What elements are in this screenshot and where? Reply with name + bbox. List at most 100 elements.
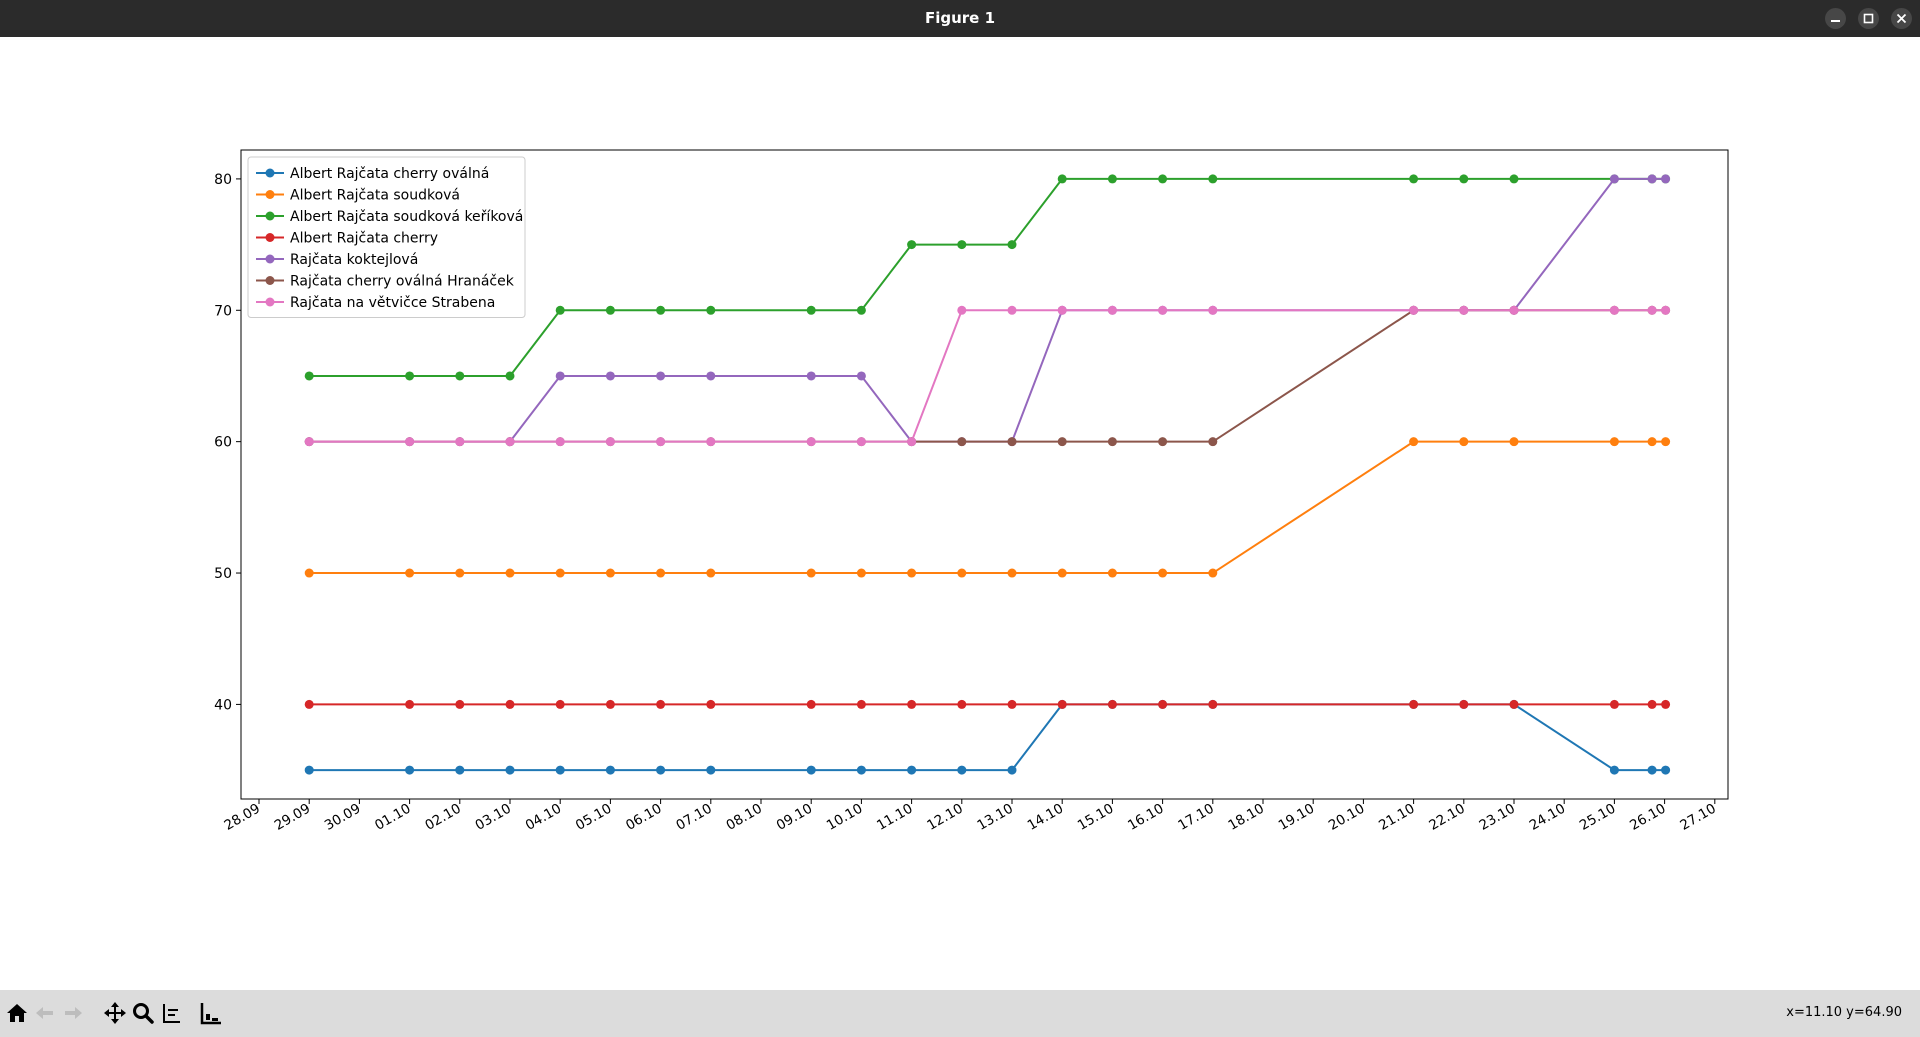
data-point: [1409, 437, 1419, 447]
home-button[interactable]: [4, 1000, 30, 1026]
data-point: [656, 305, 666, 315]
legend-label: Rajčata koktejlová: [290, 252, 418, 268]
data-point: [304, 699, 314, 709]
x-tick-label: 19.10: [1276, 801, 1317, 834]
x-tick-label: 21.10: [1376, 801, 1417, 834]
data-point: [1459, 174, 1469, 184]
x-tick-label: 26.10: [1627, 801, 1668, 834]
data-point: [656, 765, 666, 775]
data-point: [856, 437, 866, 447]
data-point: [1609, 174, 1619, 184]
data-point: [806, 699, 816, 709]
close-button[interactable]: [1891, 8, 1912, 29]
data-point: [1208, 437, 1218, 447]
data-point: [706, 765, 716, 775]
x-tick-label: 03.10: [473, 801, 514, 834]
x-tick-label: 30.09: [322, 801, 363, 834]
data-point: [907, 765, 917, 775]
x-tick-label: 17.10: [1175, 801, 1216, 834]
x-tick-label: 11.10: [874, 801, 915, 834]
data-point: [856, 699, 866, 709]
legend-marker: [265, 168, 275, 178]
back-button[interactable]: [32, 1000, 58, 1026]
series-2: [304, 437, 1671, 578]
data-point: [907, 568, 917, 578]
x-tick-label: 23.10: [1477, 801, 1518, 834]
minimize-icon: [1831, 20, 1840, 22]
x-tick-label: 20.10: [1326, 801, 1367, 834]
data-point: [1057, 174, 1067, 184]
data-point: [1107, 305, 1117, 315]
data-point: [1007, 765, 1017, 775]
legend-item: Albert Rajčata soudková keříková: [256, 209, 523, 225]
data-point: [405, 699, 415, 709]
data-point: [1409, 174, 1419, 184]
save-button[interactable]: [198, 1000, 224, 1026]
y-tick-label: 50: [214, 566, 232, 582]
data-point: [706, 568, 716, 578]
data-point: [1007, 240, 1017, 250]
data-point: [907, 240, 917, 250]
maximize-icon: [1863, 13, 1874, 24]
y-tick-label: 70: [214, 303, 232, 319]
data-point: [1459, 437, 1469, 447]
data-point: [304, 371, 314, 381]
data-point: [1509, 305, 1519, 315]
data-point: [1158, 568, 1168, 578]
data-point: [555, 437, 565, 447]
maximize-button[interactable]: [1858, 8, 1879, 29]
data-point: [1107, 174, 1117, 184]
pan-button[interactable]: [102, 1000, 128, 1026]
subplots-button[interactable]: [158, 1000, 184, 1026]
x-tick-label: 05.10: [573, 801, 614, 834]
data-point: [505, 765, 515, 775]
data-point: [304, 765, 314, 775]
data-point: [1057, 437, 1067, 447]
figure-canvas: 40 50 60 70 80 28.09 29.09 30.09 01.10 02.10 03.10…: [0, 37, 1920, 990]
navigation-toolbar: x=11.10 y=64.90: [0, 990, 1920, 1037]
data-point: [806, 568, 816, 578]
x-tick-label: 09.10: [774, 801, 815, 834]
data-point: [555, 765, 565, 775]
data-point: [455, 371, 465, 381]
data-point: [1057, 305, 1067, 315]
data-point: [1007, 437, 1017, 447]
data-point: [1208, 174, 1218, 184]
data-point: [555, 371, 565, 381]
data-point: [555, 305, 565, 315]
series-4: [304, 699, 1671, 709]
series-line: [309, 440, 1666, 575]
data-point: [806, 765, 816, 775]
x-tick-label: 12.10: [924, 801, 965, 834]
data-point: [1057, 568, 1067, 578]
data-point: [1647, 699, 1657, 709]
data-point: [706, 437, 716, 447]
data-point: [1158, 305, 1168, 315]
line-chart[interactable]: 40 50 60 70 80 28.09 29.09 30.09 01.10 02.10 03.10…: [0, 37, 1920, 990]
legend-label: Albert Rajčata cherry oválná: [290, 166, 489, 182]
legend-item: Rajčata na větvičce Strabena: [256, 295, 495, 311]
legend-label: Albert Rajčata soudková keříková: [290, 209, 523, 225]
x-tick-label: 18.10: [1226, 801, 1267, 834]
pan-icon: [104, 1002, 126, 1024]
legend: Albert Rajčata cherry oválná Albert Rajča…: [247, 156, 526, 318]
minimize-button[interactable]: [1825, 8, 1846, 29]
data-point: [405, 437, 415, 447]
legend-label: Rajčata na větvičce Strabena: [290, 295, 495, 311]
legend-label: Albert Rajčata cherry: [290, 231, 438, 247]
data-point: [1057, 699, 1067, 709]
data-point: [656, 371, 666, 381]
data-point: [605, 371, 615, 381]
data-point: [1007, 699, 1017, 709]
x-tick-label: 29.09: [272, 801, 313, 834]
forward-button[interactable]: [60, 1000, 86, 1026]
data-point: [856, 765, 866, 775]
x-tick-label: 04.10: [523, 801, 564, 834]
data-point: [455, 765, 465, 775]
zoom-button[interactable]: [130, 1000, 156, 1026]
data-point: [856, 568, 866, 578]
data-point: [656, 699, 666, 709]
data-point: [1158, 174, 1168, 184]
data-point: [1647, 305, 1657, 315]
data-point: [455, 699, 465, 709]
